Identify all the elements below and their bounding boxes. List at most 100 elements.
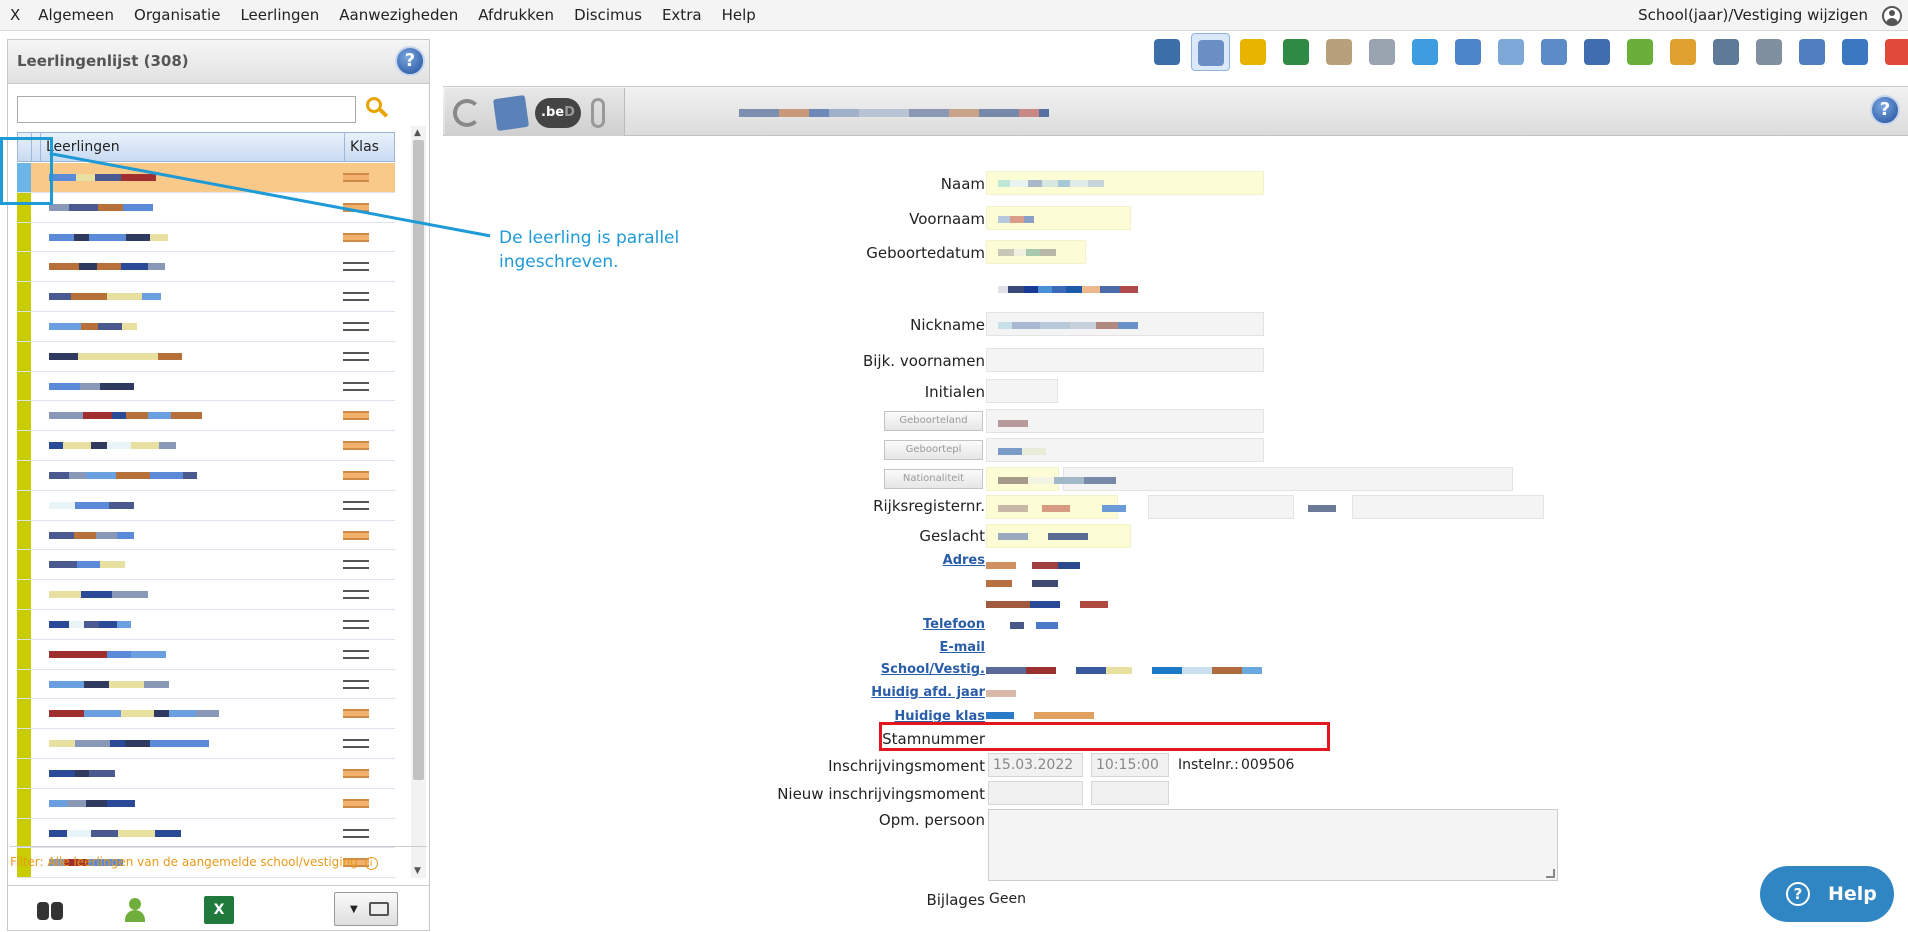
table-row[interactable] <box>17 580 395 610</box>
student-name-redacted <box>49 293 161 301</box>
student-name-redacted <box>49 829 181 838</box>
link-telefoon[interactable]: Telefoon <box>923 617 985 632</box>
tools-icon[interactable] <box>1578 33 1617 71</box>
nieuw-inschrijving-date-field[interactable] <box>988 781 1083 805</box>
help-button[interactable]: ? Help <box>1760 866 1894 922</box>
edit-form-icon[interactable] <box>1191 33 1230 71</box>
menu-item-algemeen[interactable]: Algemeen <box>28 0 124 31</box>
student-list-panel: Leerlingenlijst (308) ? Leerlingen Klas … <box>7 39 430 931</box>
list-scrollbar[interactable]: ▲ ▼ <box>411 126 426 878</box>
undo-icon[interactable] <box>453 99 481 127</box>
geboortepl-button[interactable]: Geboortepl <box>884 440 983 460</box>
house-icon[interactable] <box>1320 33 1359 71</box>
table-row[interactable] <box>17 163 395 193</box>
phone-icon[interactable] <box>1363 33 1402 71</box>
table-row[interactable] <box>17 222 395 253</box>
table-row[interactable] <box>17 639 395 670</box>
link-school-vestig[interactable]: School/Vestig. <box>881 662 985 677</box>
inschrijving-date-field[interactable]: 15.03.2022 <box>988 753 1083 777</box>
user-icon[interactable] <box>1882 6 1902 26</box>
clock-icon[interactable] <box>1234 33 1273 71</box>
student-list <box>17 163 395 880</box>
record-help-icon[interactable]: ? <box>1870 95 1900 125</box>
table-row[interactable] <box>17 520 395 551</box>
info-icon[interactable]: i <box>364 857 378 870</box>
sports-icon[interactable] <box>1664 33 1703 71</box>
panel-help-icon[interactable]: ? <box>395 46 425 76</box>
column-klas[interactable]: Klas <box>344 133 379 161</box>
users-icon[interactable] <box>1449 33 1488 71</box>
table-row[interactable] <box>17 282 395 312</box>
table-row[interactable] <box>17 669 395 700</box>
geboorteland-button[interactable]: Geboorteland <box>884 411 983 431</box>
table-icon[interactable] <box>1535 33 1574 71</box>
menu-item-extra[interactable]: Extra <box>652 0 712 31</box>
inschrijving-time-field[interactable]: 10:15:00 <box>1091 753 1169 777</box>
search-icon[interactable] <box>364 95 390 123</box>
menu-item-afdrukken[interactable]: Afdrukken <box>468 0 564 31</box>
initialen-input[interactable] <box>986 379 1058 403</box>
close-menu-button[interactable]: X <box>0 0 28 31</box>
school-switch-link[interactable]: School(jaar)/Vestiging wijzigen <box>1638 0 1868 31</box>
notebook-icon[interactable] <box>1277 33 1316 71</box>
binoculars-icon[interactable] <box>35 896 65 924</box>
table-row[interactable] <box>17 788 395 819</box>
parallel-indicator <box>17 699 31 729</box>
table-row[interactable] <box>17 758 395 789</box>
avi-icon[interactable] <box>1621 33 1660 71</box>
menu-item-aanwezigheden[interactable]: Aanwezigheden <box>329 0 468 31</box>
student-name-redacted <box>49 650 166 659</box>
bijk-voornamen-input[interactable] <box>986 348 1264 372</box>
table-row[interactable] <box>17 460 395 491</box>
rijksregister-extra-input[interactable] <box>1148 495 1294 519</box>
table-row[interactable] <box>17 371 395 402</box>
table-row[interactable] <box>17 252 395 283</box>
search-input[interactable] <box>17 96 356 123</box>
student-name-redacted <box>49 382 134 391</box>
text-settings-icon[interactable] <box>1750 33 1789 71</box>
id-settings-icon[interactable] <box>1707 33 1746 71</box>
eid-reader-button[interactable]: .beD <box>535 98 581 128</box>
table-row[interactable] <box>17 490 395 521</box>
link-adres[interactable]: Adres <box>943 553 985 568</box>
mail-icon[interactable] <box>1406 33 1445 71</box>
panel-header: Leerlingenlijst (308) ? <box>8 40 429 84</box>
table-row[interactable] <box>17 550 395 581</box>
table-row[interactable] <box>17 401 395 432</box>
menu-item-organisatie[interactable]: Organisatie <box>124 0 230 31</box>
table-row[interactable] <box>17 431 395 461</box>
nieuw-inschrijving-time-field[interactable] <box>1091 781 1169 805</box>
panel-footer: X ▼ <box>8 885 429 931</box>
table-row[interactable] <box>17 609 395 640</box>
id-card-icon[interactable] <box>1148 33 1187 71</box>
gok-icon[interactable] <box>1879 33 1908 71</box>
opm-persoon-textarea[interactable] <box>988 809 1558 881</box>
menu-item-help[interactable]: Help <box>712 0 766 31</box>
table-row[interactable] <box>17 341 395 372</box>
nationaliteit-2-input[interactable] <box>1063 467 1513 491</box>
user-clock-icon[interactable] <box>1836 33 1875 71</box>
stairs-icon[interactable] <box>1793 33 1832 71</box>
edit-icon[interactable] <box>492 94 530 132</box>
table-row[interactable] <box>17 729 395 759</box>
label-nieuw-inschrijvingsmoment: Nieuw inschrijvingsmoment <box>777 785 985 803</box>
menu-item-discimus[interactable]: Discimus <box>564 0 652 31</box>
menu-item-leerlingen[interactable]: Leerlingen <box>230 0 329 31</box>
klas-redacted <box>343 411 369 421</box>
resize-grip-icon[interactable] <box>1546 869 1555 878</box>
table-row[interactable] <box>17 311 395 342</box>
rijksregister-extra2-input[interactable] <box>1352 495 1544 519</box>
print-dropdown-button[interactable]: ▼ <box>334 892 398 926</box>
add-user-icon[interactable] <box>123 896 153 924</box>
contacts-icon[interactable] <box>1492 33 1531 71</box>
scroll-thumb[interactable] <box>413 140 424 780</box>
table-row[interactable] <box>17 818 395 849</box>
table-row[interactable] <box>17 699 395 730</box>
redacted-rijksregister <box>998 505 1126 512</box>
nationaliteit-button[interactable]: Nationaliteit <box>884 469 983 489</box>
link-huidig-afd-jaar[interactable]: Huidig afd. jaar <box>871 685 985 700</box>
link-email[interactable]: E-mail <box>939 640 985 655</box>
paperclip-icon[interactable] <box>591 98 605 128</box>
excel-icon[interactable]: X <box>204 896 234 924</box>
redacted-adres-1 <box>986 562 1080 569</box>
